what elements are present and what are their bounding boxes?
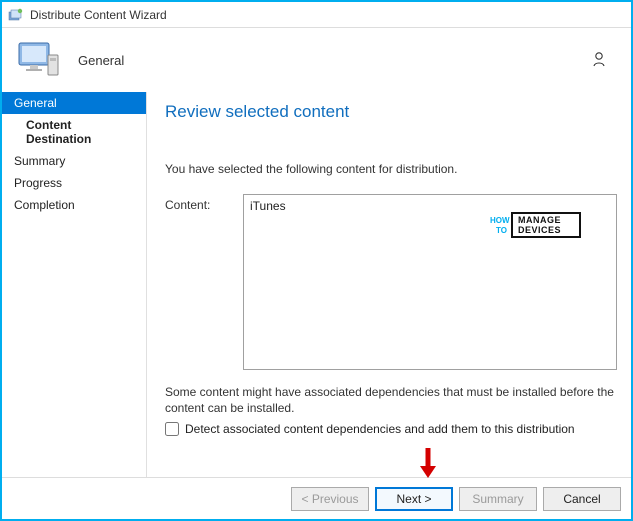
list-item[interactable]: iTunes — [250, 199, 610, 213]
detect-dependencies-checkbox[interactable] — [165, 422, 179, 436]
svg-text:MANAGE: MANAGE — [518, 215, 561, 225]
intro-text: You have selected the following content … — [165, 162, 617, 176]
wizard-sidebar: General Content Destination Summary Prog… — [2, 92, 147, 477]
detect-dependencies-row[interactable]: Detect associated content dependencies a… — [165, 422, 617, 436]
previous-button: < Previous — [291, 487, 369, 511]
content-listbox[interactable]: iTunes HOW TO MANAGE DEVICES — [243, 194, 617, 370]
sidebar-item-content-destination[interactable]: Content Destination — [2, 114, 146, 150]
svg-text:TO: TO — [496, 226, 507, 235]
sidebar-item-progress[interactable]: Progress — [2, 172, 146, 194]
profile-icon — [591, 50, 615, 71]
monitor-icon — [18, 41, 62, 79]
next-button[interactable]: Next > — [375, 487, 453, 511]
sidebar-item-summary[interactable]: Summary — [2, 150, 146, 172]
wizard-header: General — [2, 28, 631, 92]
cancel-button[interactable]: Cancel — [543, 487, 621, 511]
page-title: Review selected content — [165, 102, 617, 122]
summary-button: Summary — [459, 487, 537, 511]
sidebar-item-completion[interactable]: Completion — [2, 194, 146, 216]
header-title: General — [78, 53, 124, 68]
svg-text:DEVICES: DEVICES — [518, 225, 561, 235]
wizard-footer: < Previous Next > Summary Cancel — [2, 477, 631, 519]
sidebar-item-general[interactable]: General — [2, 92, 146, 114]
main-panel: Review selected content You have selecte… — [147, 92, 631, 477]
detect-dependencies-label: Detect associated content dependencies a… — [185, 422, 575, 436]
window-title: Distribute Content Wizard — [30, 8, 167, 22]
wizard-icon — [8, 7, 24, 23]
arrow-annotation-icon — [416, 446, 440, 478]
dependency-hint: Some content might have associated depen… — [165, 384, 617, 416]
content-label: Content: — [165, 194, 223, 370]
titlebar: Distribute Content Wizard — [2, 2, 631, 28]
watermark: HOW TO MANAGE DEVICES — [490, 211, 582, 242]
svg-text:HOW: HOW — [490, 216, 510, 225]
